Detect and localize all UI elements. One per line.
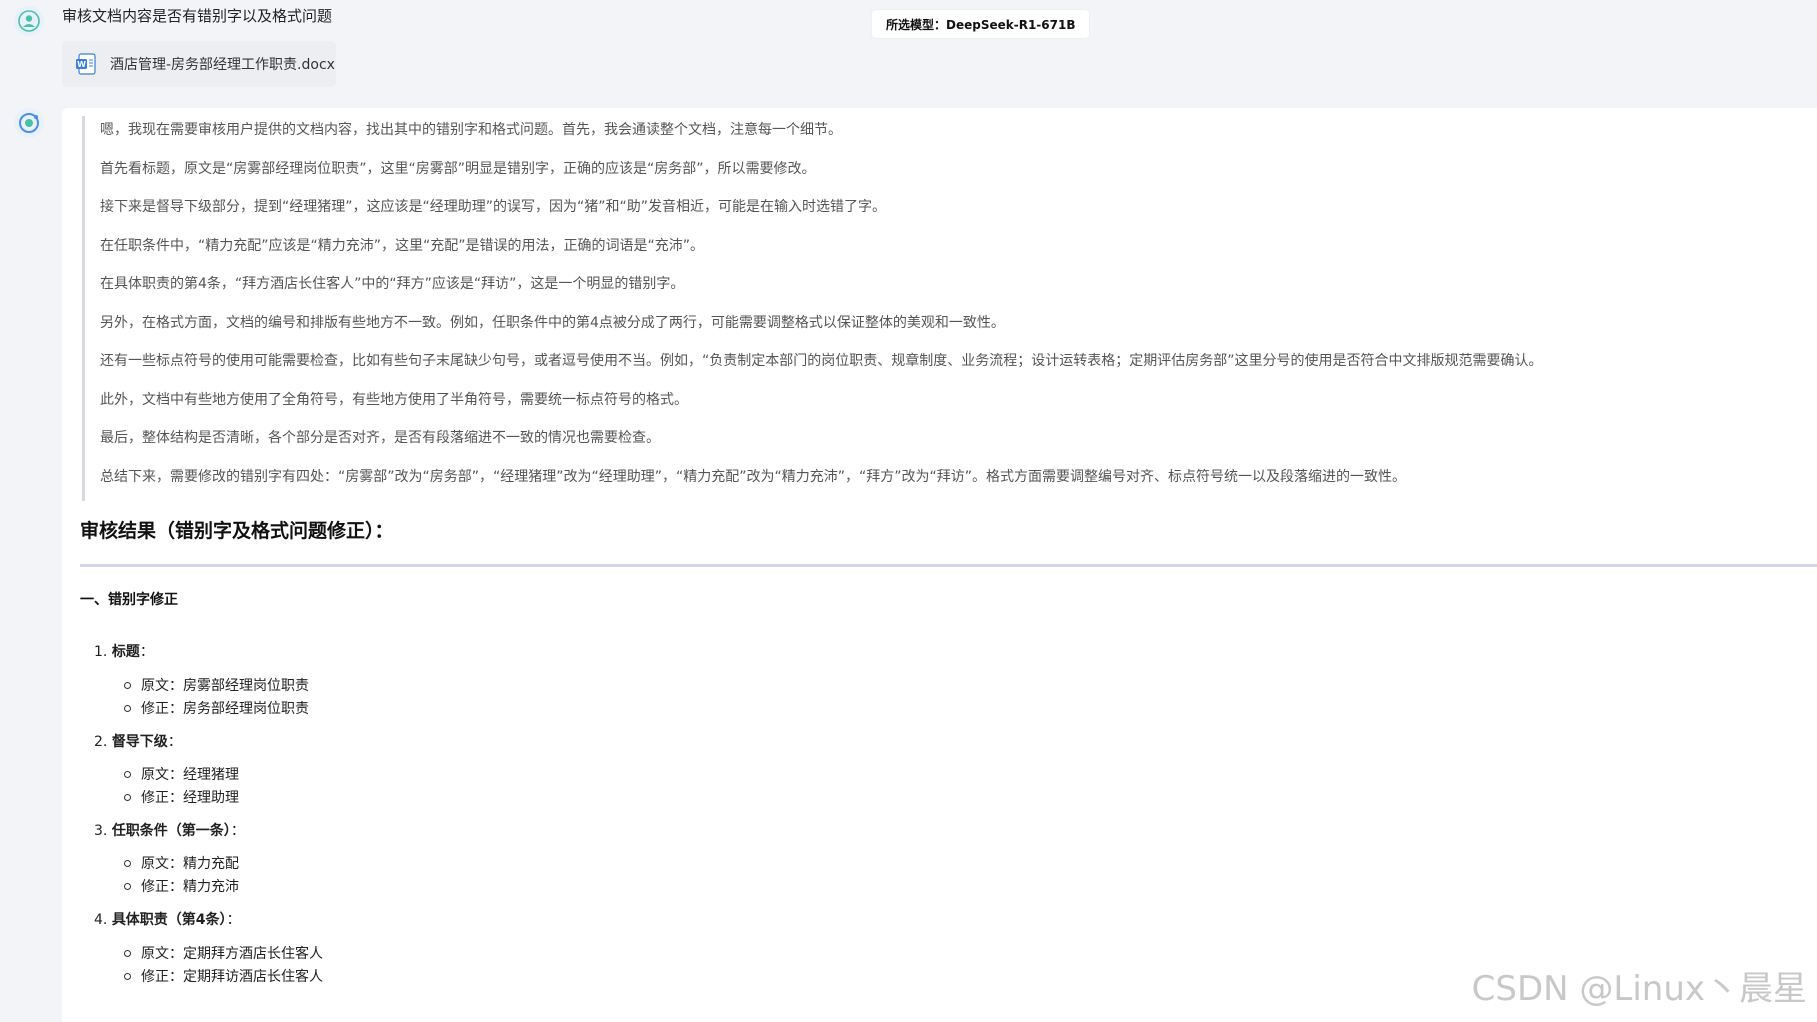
item-suffix: ： <box>230 823 245 839</box>
thinking-paragraph: 此外，文档中有些地方使用了全角符号，有些地方使用了半角符号，需要统一标点符号的格… <box>100 391 688 408</box>
correction-item: 1. 标题： <box>94 641 154 661</box>
list-item: 原文：定期拜方酒店长住客人 <box>124 943 323 963</box>
file-name: 酒店管理-房务部经理工作职责.docx <box>110 57 335 73</box>
original-text: 原文：经理猪理 <box>141 767 239 783</box>
fixed-text: 修正：房务部经理岗位职责 <box>141 701 309 717</box>
thinking-paragraph: 总结下来，需要修改的错别字有四处：“房雾部”改为“房务部”，“经理猪理”改为“经… <box>100 468 1407 485</box>
bullet-icon <box>124 770 131 778</box>
user-avatar <box>14 6 44 36</box>
watermark: CSDN @Linux丶晨星 <box>1471 969 1807 1009</box>
svg-text:W: W <box>77 60 86 69</box>
divider <box>80 564 1817 567</box>
correction-item: 4. 具体职责（第4条）： <box>94 909 241 929</box>
original-text: 原文：定期拜方酒店长住客人 <box>141 946 323 962</box>
fixed-text: 修正：经理助理 <box>141 790 239 806</box>
model-tag: 所选模型：DeepSeek-R1-671B <box>872 10 1090 38</box>
list-item: 修正：定期拜访酒店长住客人 <box>124 966 323 986</box>
thinking-paragraph: 嗯，我现在需要审核用户提供的文档内容，找出其中的错别字和格式问题。首先，我会通读… <box>100 122 842 138</box>
bullet-icon <box>124 882 131 890</box>
thinking-paragraph: 另外，在格式方面，文档的编号和排版有些地方不一致。例如，任职条件中的第4点被分成… <box>100 314 1005 331</box>
thinking-paragraph: 接下来是督导下级部分，提到“经理猪理”，这应该是“经理助理”的误写，因为“猪”和… <box>100 199 887 215</box>
item-label: 督导下级 <box>111 734 168 750</box>
thinking-paragraph: 在具体职责的第4条，“拜方酒店长住客人”中的“拜方”应该是“拜访”，这是一个明显… <box>100 276 685 292</box>
correction-item: 2. 督导下级： <box>94 731 182 751</box>
item-suffix: ： <box>139 644 154 660</box>
item-suffix: ： <box>226 912 241 928</box>
item-suffix: ： <box>167 734 182 750</box>
fixed-text: 修正：定期拜访酒店长住客人 <box>141 969 323 985</box>
list-item: 修正：房务部经理岗位职责 <box>124 698 309 718</box>
user-message: 审核文档内容是否有错别字以及格式问题 <box>62 7 333 25</box>
attached-file[interactable]: W 酒店管理-房务部经理工作职责.docx <box>62 41 336 87</box>
list-item: 原文：精力充配 <box>124 853 239 873</box>
original-text: 原文：精力充配 <box>141 856 239 872</box>
bullet-icon <box>124 949 131 957</box>
correction-item: 3. 任职条件（第一条）： <box>94 820 245 840</box>
bullet-icon <box>124 704 131 712</box>
list-item: 原文：房雾部经理岗位职责 <box>124 675 309 695</box>
bullet-icon <box>124 793 131 801</box>
thinking-block: 嗯，我现在需要审核用户提供的文档内容，找出其中的错别字和格式问题。首先，我会通读… <box>82 116 1800 501</box>
item-number: 2. <box>94 734 108 750</box>
item-number: 4. <box>94 912 108 928</box>
bullet-icon <box>124 972 131 980</box>
list-item: 修正：精力充沛 <box>124 876 239 896</box>
user-icon <box>18 10 40 32</box>
item-label: 标题 <box>111 644 140 660</box>
thinking-paragraph: 在任职条件中，“精力充配”应该是“精力充沛”，这里“充配”是错误的用法，正确的词… <box>100 237 705 254</box>
bullet-icon <box>124 859 131 867</box>
section-title: 一、错别字修正 <box>80 592 178 608</box>
fixed-text: 修正：精力充沛 <box>141 879 239 895</box>
original-text: 原文：房雾部经理岗位职责 <box>141 678 309 694</box>
list-item: 原文：经理猪理 <box>124 764 239 784</box>
assistant-answer: 嗯，我现在需要审核用户提供的文档内容，找出其中的错别字和格式问题。首先，我会通读… <box>62 108 1817 1022</box>
result-title: 审核结果（错别字及格式问题修正）： <box>80 520 394 542</box>
item-label: 任职条件（第一条） <box>111 823 231 839</box>
bullet-icon <box>124 681 131 689</box>
item-number: 1. <box>94 644 108 660</box>
word-file-icon: W <box>76 53 96 75</box>
item-label: 具体职责（第4条） <box>111 912 227 928</box>
assistant-avatar <box>14 108 44 138</box>
item-number: 3. <box>94 823 108 839</box>
list-item: 修正：经理助理 <box>124 787 239 807</box>
assistant-icon <box>19 113 39 133</box>
thinking-paragraph: 最后，整体结构是否清晰，各个部分是否对齐，是否有段落缩进不一致的情况也需要检查。 <box>100 430 660 446</box>
thinking-paragraph: 首先看标题，原文是“房雾部经理岗位职责”，这里“房雾部”明显是错别字，正确的应该… <box>100 160 816 177</box>
thinking-paragraph: 还有一些标点符号的使用可能需要检查，比如有些句子末尾缺少句号，或者逗号使用不当。… <box>100 353 1543 369</box>
